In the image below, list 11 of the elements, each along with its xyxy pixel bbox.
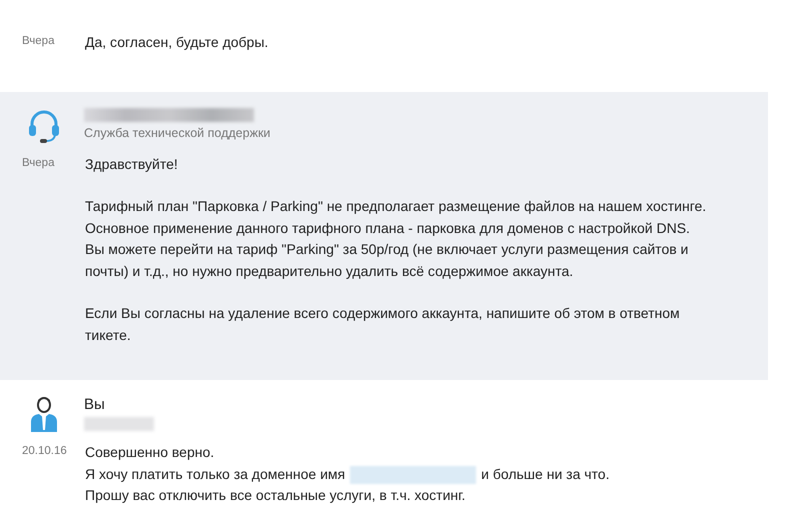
message-text: Если Вы согласны на удаление всего содержимого аккаунта, напишите об этом в ответном тикете. xyxy=(85,304,681,344)
redacted-name xyxy=(84,417,154,431)
author-role: Служба технической поддержки xyxy=(84,126,270,140)
message-date: 20.10.16 xyxy=(21,444,68,459)
message-text: Да, согласен, будьте добры. xyxy=(85,33,268,52)
author-name: Вы xyxy=(84,396,106,413)
message-date: Вчера xyxy=(21,156,56,170)
message-text: Совершенно верно. Я хочу платить только за доменное имя и больше ни за что. Прошу вас отключить все остальные услуги, в т.ч. хостинг. xyxy=(85,443,610,505)
message-text: Тарифный план "Парковка / Parking" не предполагает размещение файлов на нашем хостинге. Основное применение данного тарифного плана - парковка для доменов с настройкой DNS. Вы можете перейти на тариф "Parking" за 50р/год (не включает услуги размещения сайтов и почты) и т.д., но нужно предварительно удалить всё содержимое аккаунта. xyxy=(85,197,706,281)
message-date: Вчера xyxy=(21,34,56,49)
message-text: Здравствуйте! xyxy=(85,154,179,174)
